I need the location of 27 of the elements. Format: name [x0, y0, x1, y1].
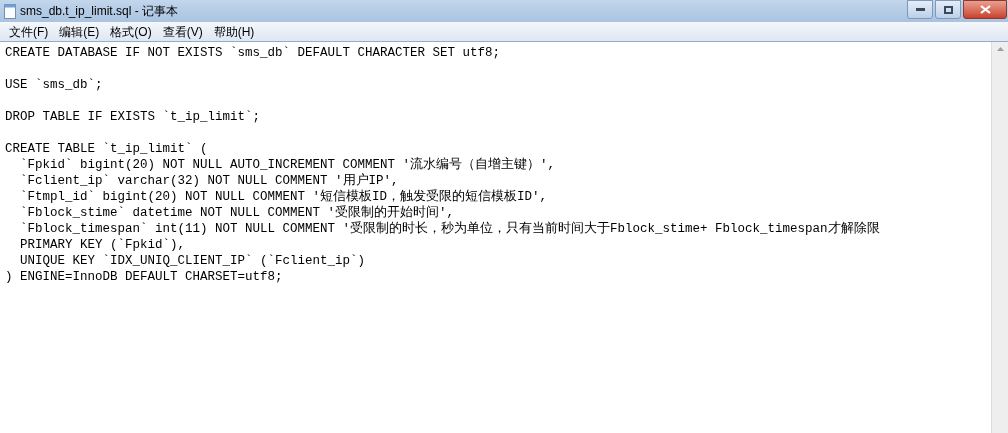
- maximize-icon: [943, 5, 953, 14]
- window-title: sms_db.t_ip_limit.sql - 记事本: [20, 3, 179, 20]
- code-line: CREATE TABLE `t_ip_limit` (: [5, 141, 208, 157]
- code-line: `Fclient_ip` varchar(32) NOT NULL COMMENT '用户IP',: [19, 173, 399, 189]
- scroll-up-icon: [996, 47, 1004, 51]
- menu-item[interactable]: 编辑(E): [54, 22, 105, 41]
- code-line: CREATE DATABASE IF NOT EXISTS `sms_db` DEFAULT CHARACTER SET utf8;: [5, 45, 501, 61]
- menu-item[interactable]: 文件(F): [4, 22, 54, 41]
- close-icon: [979, 5, 991, 14]
- maximize-button[interactable]: [935, 0, 961, 19]
- vertical-scrollbar[interactable]: [991, 42, 1008, 433]
- code-line: `Fblock_timespan` int(11) NOT NULL COMMENT '受限制的时长，秒为单位，只有当前时间大于Fblock_stime+ Fblock_timespan才解除限: [19, 221, 880, 237]
- code-line: UNIQUE KEY `IDX_UNIQ_CLIENT_IP` (`Fclient_ip`): [19, 253, 366, 269]
- code-line: PRIMARY KEY (`Fpkid`),: [19, 237, 186, 253]
- menu-item[interactable]: 格式(O): [105, 22, 157, 41]
- menu-item[interactable]: 帮助(H): [208, 22, 260, 41]
- close-button[interactable]: [963, 0, 1007, 19]
- menu-item[interactable]: 查看(V): [157, 22, 208, 41]
- code-line: `Fpkid` bigint(20) NOT NULL AUTO_INCREMENT COMMENT '流水编号（自增主键）',: [19, 157, 556, 173]
- minimize-icon: [915, 8, 925, 11]
- code-line: `Ftmpl_id` bigint(20) NOT NULL COMMENT '短信模板ID，触发受限的短信模板ID',: [19, 189, 548, 205]
- code-line: USE `sms_db`;: [5, 77, 103, 93]
- code-line: DROP TABLE IF EXISTS `t_ip_limit`;: [5, 109, 261, 125]
- code-line: `Fblock_stime` datetime NOT NULL COMMENT '受限制的开始时间',: [19, 205, 455, 221]
- code-line: ) ENGINE=InnoDB DEFAULT CHARSET=utf8;: [5, 269, 283, 285]
- minimize-button[interactable]: [907, 0, 933, 19]
- notepad-icon: [4, 3, 16, 19]
